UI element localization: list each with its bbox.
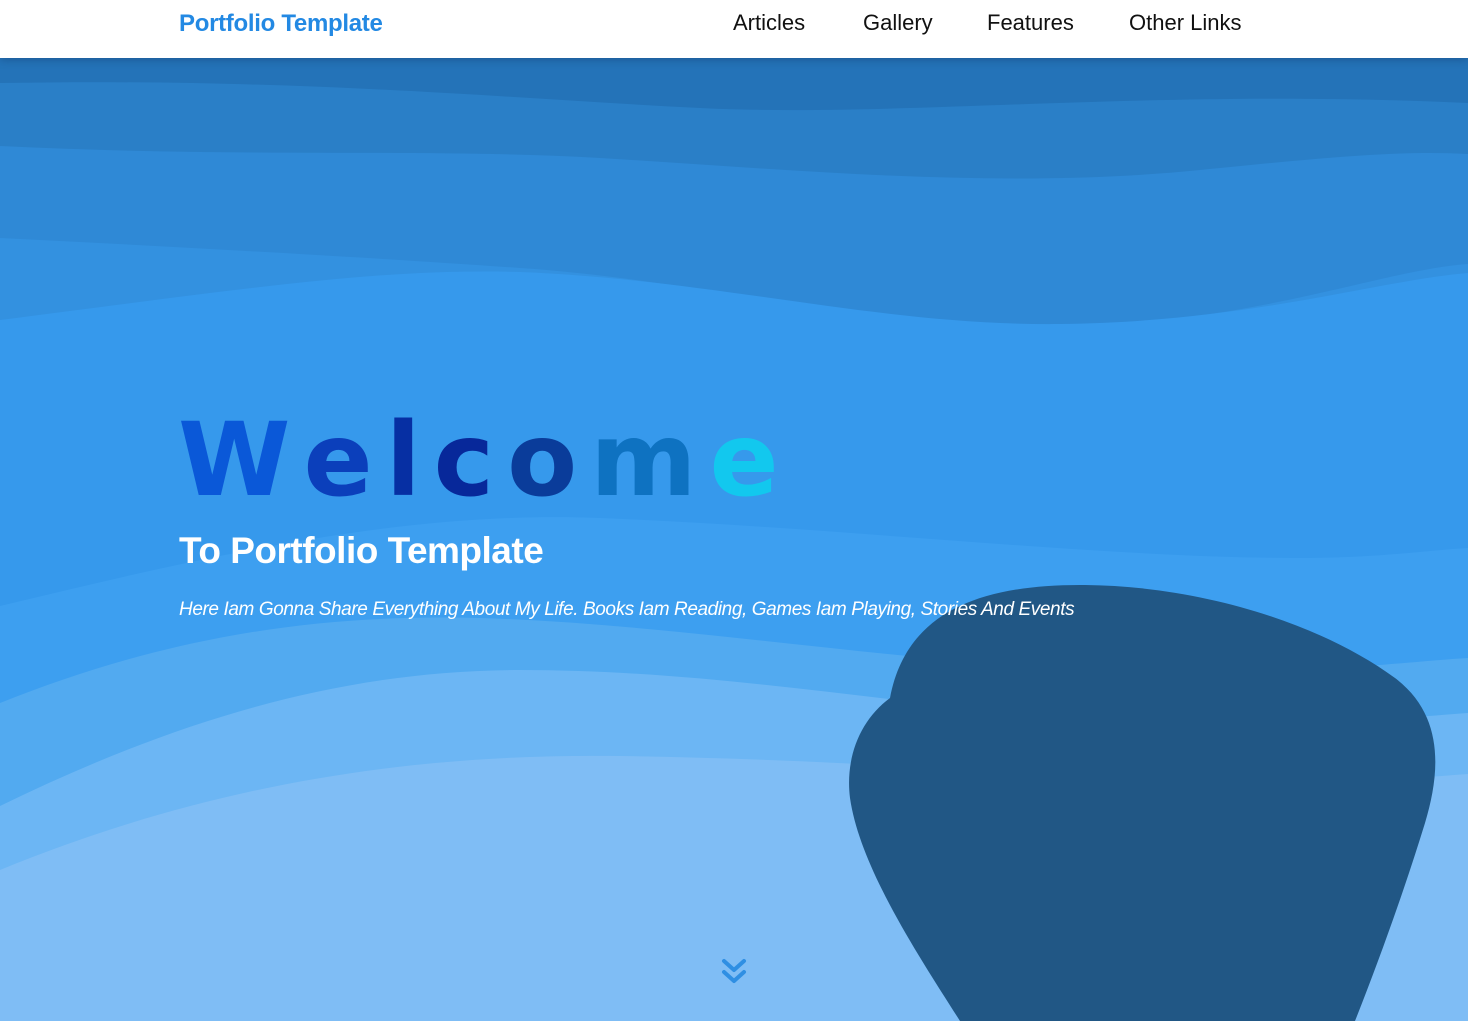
- welcome-letter: W: [178, 401, 304, 520]
- nav-link-other-links[interactable]: Other Links: [1129, 10, 1242, 36]
- welcome-heading: Welcome: [178, 410, 792, 512]
- nav-link-gallery[interactable]: Gallery: [863, 10, 933, 36]
- hero-tagline: Here Iam Gonna Share Everything About My…: [179, 599, 1075, 620]
- welcome-letter: e: [303, 401, 386, 520]
- hero-subtitle: To Portfolio Template: [179, 530, 544, 571]
- welcome-letter: m: [590, 401, 710, 520]
- double-chevron-down-icon[interactable]: [721, 958, 747, 986]
- welcome-letter: c: [433, 401, 508, 520]
- hero-section: Welcome To Portfolio Template Here Iam G…: [0, 58, 1468, 1021]
- welcome-letter: e: [709, 401, 792, 520]
- nav-link-articles[interactable]: Articles: [733, 10, 805, 36]
- welcome-letter: l: [385, 401, 434, 520]
- nav-link-features[interactable]: Features: [987, 10, 1074, 36]
- welcome-letter: o: [507, 401, 591, 520]
- blob-shape: [849, 584, 1436, 1021]
- top-navbar: Portfolio Template Articles Gallery Feat…: [0, 0, 1468, 58]
- nav-links: Articles Gallery Features Other Links: [0, 10, 1468, 42]
- double-chevron-down-glyph: [722, 959, 746, 983]
